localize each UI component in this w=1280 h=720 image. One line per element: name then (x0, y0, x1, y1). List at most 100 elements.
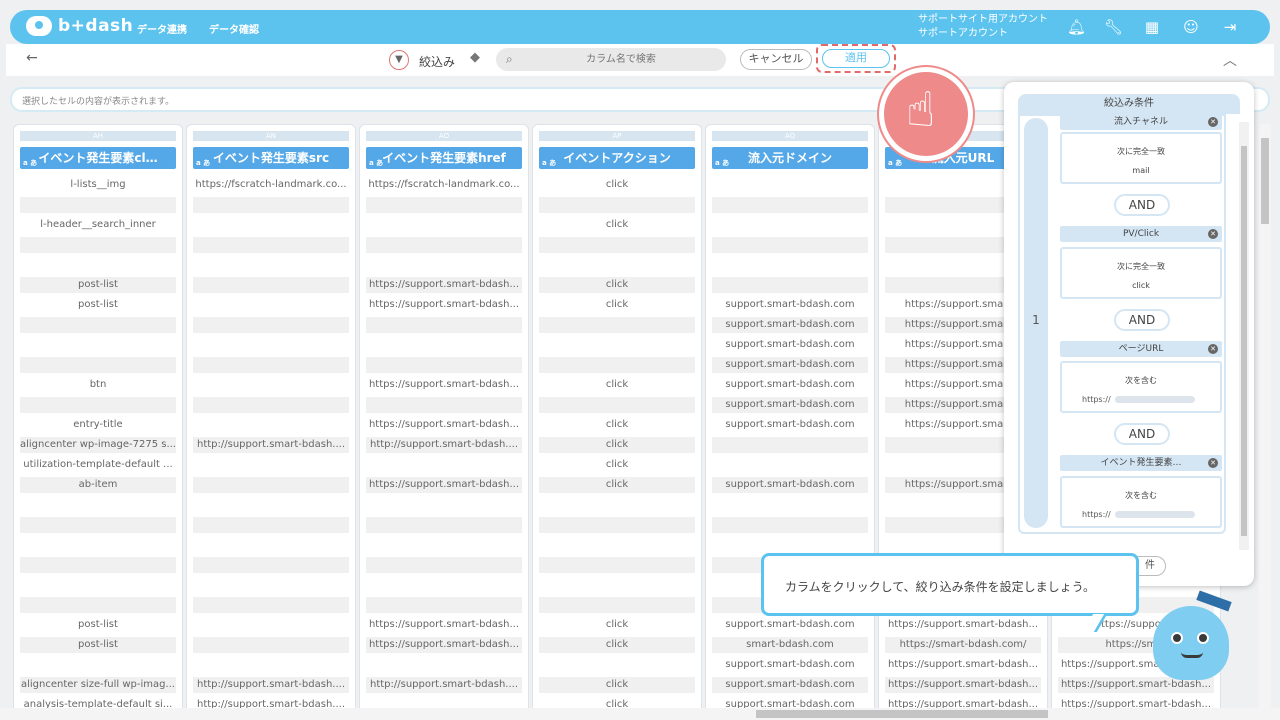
table-cell[interactable]: https://fscratch-landmark.co... (193, 177, 349, 193)
table-cell[interactable]: l-lists__img (20, 177, 176, 193)
table-cell[interactable]: https://support.smart-bdash... (366, 417, 522, 433)
table-cell[interactable]: entry-title (20, 417, 176, 433)
nav-data-integration[interactable]: データ連携 (137, 21, 187, 36)
table-cell[interactable]: click (539, 277, 695, 293)
table-cell[interactable] (193, 297, 349, 313)
table-cell[interactable]: smart-bdash.com (712, 637, 868, 653)
condition-body[interactable]: 次に完全一致 click (1060, 247, 1222, 299)
table-cell[interactable] (366, 577, 522, 593)
column-header[interactable]: a あイベント発生要素src (193, 147, 349, 169)
table-cell[interactable] (193, 277, 349, 293)
table-cell[interactable]: post-list (20, 277, 176, 293)
table-cell[interactable] (539, 197, 695, 213)
table-cell[interactable]: click (539, 217, 695, 233)
vertical-scroll-thumb[interactable] (1261, 138, 1269, 224)
table-cell[interactable]: https://smart-bdash.com/ (885, 637, 1041, 653)
table-cell[interactable] (712, 177, 868, 193)
table-cell[interactable] (193, 377, 349, 393)
table-cell[interactable] (366, 657, 522, 673)
column-search[interactable]: ⌕ (496, 48, 726, 71)
table-cell[interactable]: http://support.smart-bdash.... (193, 437, 349, 453)
account-info[interactable]: サポートサイト用アカウント サポートアカウント (918, 13, 1048, 41)
table-cell[interactable]: https://support.smart-bdash... (366, 637, 522, 653)
table-cell[interactable] (366, 497, 522, 513)
table-cell[interactable]: click (539, 617, 695, 633)
grid-column[interactable]: AN a あイベント発生要素src https://fscratch-landmar… (186, 124, 356, 708)
table-cell[interactable] (712, 517, 868, 533)
remove-condition-icon[interactable]: ✕ (1208, 458, 1218, 468)
table-cell[interactable]: http://support.smart-bdash.... (366, 437, 522, 453)
table-cell[interactable] (193, 517, 349, 533)
table-cell[interactable]: click (539, 177, 695, 193)
condition-header[interactable]: 流入チャネル ✕ (1060, 116, 1222, 130)
logo[interactable]: b+dash (26, 16, 133, 36)
table-cell[interactable]: https://support.smart-bdash... (366, 297, 522, 313)
table-cell[interactable] (193, 477, 349, 493)
table-cell[interactable] (20, 257, 176, 273)
table-cell[interactable] (539, 237, 695, 253)
table-cell[interactable]: utilization-template-default ... (20, 457, 176, 473)
table-cell[interactable] (366, 597, 522, 613)
table-cell[interactable]: click (539, 457, 695, 473)
table-cell[interactable] (193, 357, 349, 373)
table-cell[interactable] (366, 317, 522, 333)
cancel-button[interactable]: キャンセル (740, 49, 812, 70)
table-cell[interactable] (712, 457, 868, 473)
table-cell[interactable]: https://support.smart-bdash... (885, 677, 1041, 693)
bell-icon[interactable]: 🔔︎ (1067, 18, 1086, 36)
table-cell[interactable] (712, 197, 868, 213)
table-cell[interactable] (539, 497, 695, 513)
column-header[interactable]: a あ 流入元ドメイン (712, 147, 868, 169)
table-cell[interactable] (366, 517, 522, 533)
table-cell[interactable]: click (539, 417, 695, 433)
table-cell[interactable] (539, 357, 695, 373)
table-cell[interactable] (539, 657, 695, 673)
table-cell[interactable] (20, 237, 176, 253)
table-cell[interactable]: aligncenter wp-image-7275 s... (20, 437, 176, 453)
table-cell[interactable] (193, 217, 349, 233)
collapse-chevron-icon[interactable]: ︿ (1223, 50, 1237, 70)
table-cell[interactable]: support.smart-bdash.com (712, 297, 868, 313)
table-cell[interactable]: http://support.smart-bdash.... (193, 697, 349, 708)
grid-column[interactable]: AH a あイベント発生要素cl… l-lists__img l-header__se… (13, 124, 183, 708)
table-cell[interactable] (193, 197, 349, 213)
table-cell[interactable] (193, 417, 349, 433)
table-cell[interactable]: analysis-template-default si... (20, 697, 176, 708)
table-cell[interactable]: click (539, 697, 695, 708)
table-cell[interactable] (193, 637, 349, 653)
apply-button[interactable]: 適用 (822, 49, 890, 68)
remove-condition-icon[interactable]: ✕ (1208, 117, 1218, 127)
table-cell[interactable] (20, 337, 176, 353)
table-cell[interactable] (20, 537, 176, 553)
table-cell[interactable]: click (539, 477, 695, 493)
table-cell[interactable] (20, 317, 176, 333)
table-cell[interactable]: http://support.smart-bdash.... (193, 677, 349, 693)
grid-column[interactable]: AO a あイベント発生要素href https://fscratch-landma… (359, 124, 529, 708)
table-cell[interactable] (193, 617, 349, 633)
table-cell[interactable] (712, 277, 868, 293)
table-cell[interactable] (20, 497, 176, 513)
table-cell[interactable] (366, 397, 522, 413)
table-cell[interactable] (366, 457, 522, 473)
table-cell[interactable]: support.smart-bdash.com (712, 337, 868, 353)
table-cell[interactable] (712, 537, 868, 553)
table-cell[interactable]: https://support.smart-bdash... (366, 377, 522, 393)
table-cell[interactable] (712, 437, 868, 453)
table-cell[interactable] (366, 197, 522, 213)
remove-condition-icon[interactable]: ✕ (1208, 344, 1218, 354)
table-cell[interactable]: https://support.smart-bdash... (1058, 697, 1214, 708)
table-cell[interactable]: l-header__search_inner (20, 217, 176, 233)
table-cell[interactable]: support.smart-bdash.com (712, 397, 868, 413)
table-cell[interactable] (20, 577, 176, 593)
and-connector[interactable]: AND (1114, 194, 1170, 216)
table-cell[interactable] (193, 317, 349, 333)
table-cell[interactable] (20, 517, 176, 533)
table-cell[interactable] (366, 337, 522, 353)
robot-icon[interactable]: ☺ (1182, 18, 1200, 36)
table-cell[interactable] (20, 357, 176, 373)
grid-column[interactable]: AQ a あ 流入元ドメイン support.smart-bdash.com suppo… (705, 124, 875, 708)
grid-icon[interactable]: ▦ (1143, 18, 1161, 36)
column-search-input[interactable] (526, 51, 716, 68)
table-cell[interactable] (539, 337, 695, 353)
table-cell[interactable]: support.smart-bdash.com (712, 617, 868, 633)
